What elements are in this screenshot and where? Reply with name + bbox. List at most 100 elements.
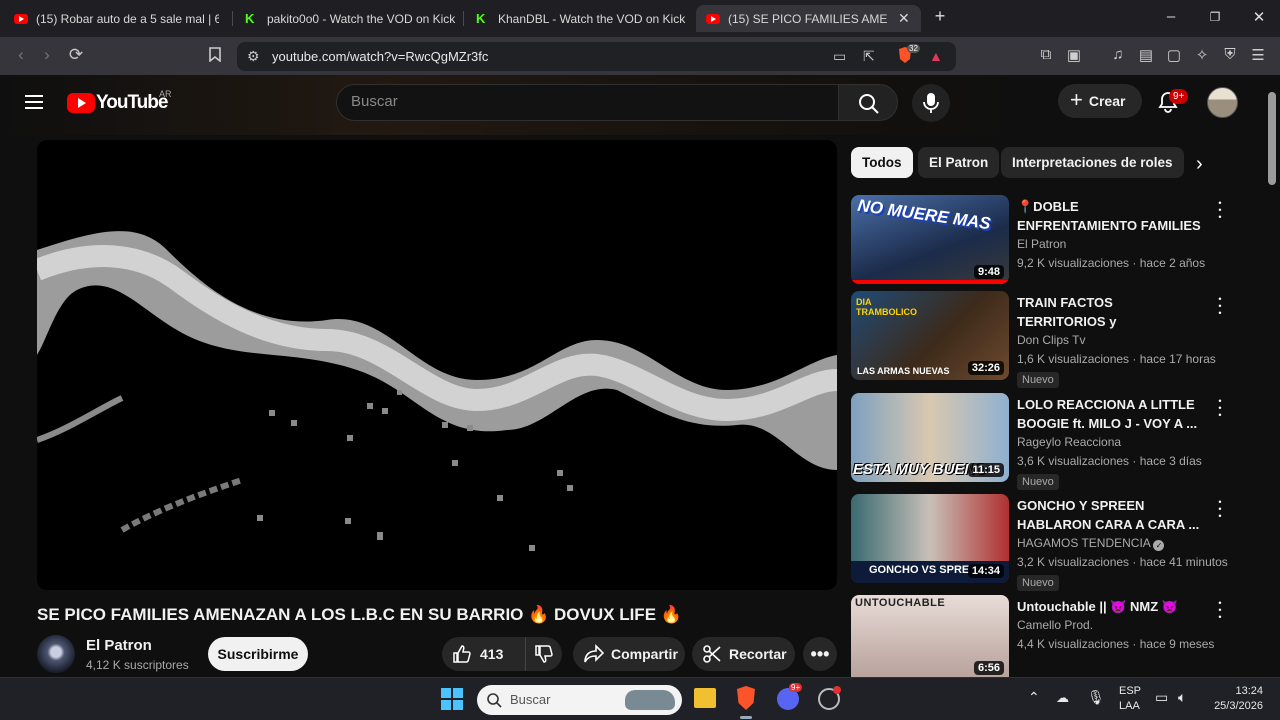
new-tab-button[interactable]: + [929, 6, 951, 27]
kick-icon: K [476, 10, 486, 26]
more-actions-button[interactable]: ••• [803, 637, 837, 671]
cloud-icon[interactable]: ☁ [1056, 690, 1069, 706]
brave-browser-icon[interactable] [735, 685, 757, 711]
video-player[interactable] [37, 140, 837, 590]
screenshot-icon[interactable]: ▣ [1064, 46, 1084, 64]
clock[interactable]: 13:24 25/3/2026 [1207, 685, 1263, 712]
video-thumbnail[interactable]: UNTOUCHABLE 6:56 [851, 595, 1009, 677]
reload-button[interactable]: ⟳ [65, 45, 87, 65]
volume-icon[interactable]: 🔈︎ [1178, 689, 1186, 706]
dislike-button[interactable] [526, 637, 562, 671]
recommendation-item[interactable]: GONCHO VS SPRE 14:34 GONCHO Y SPREEN HAB… [851, 494, 1266, 591]
close-window-button[interactable]: ✕ [1248, 8, 1270, 26]
wallet-icon[interactable]: ▢ [1164, 46, 1184, 64]
address-bar[interactable]: ⚙ youtube.com/watch?v=RwcQgMZr3fc ▭ ⇱ 32… [237, 42, 956, 71]
user-avatar[interactable] [1207, 87, 1238, 118]
chip-all[interactable]: Todos [851, 147, 913, 178]
like-button[interactable]: 413 [442, 637, 526, 671]
chip-el-patron[interactable]: El Patron [918, 147, 1000, 178]
more-vertical-icon[interactable] [1216, 397, 1224, 418]
menu-icon[interactable]: ☰ [1248, 46, 1268, 64]
back-button[interactable]: ‹ [10, 45, 32, 65]
vpn-icon[interactable]: ⛨ [1220, 46, 1240, 63]
chips-next-chevron-icon[interactable]: › [1196, 153, 1203, 176]
share-label: Compartir [611, 646, 678, 662]
tab-title: KhanDBL - Watch the VOD on Kick [498, 11, 686, 26]
create-button[interactable]: + Crear [1058, 84, 1142, 118]
search-box[interactable] [336, 84, 839, 121]
recommendation-item[interactable]: DIA TRAMBOLICO LAS ARMAS NUEVAS 32:26 TR… [851, 291, 1266, 388]
share-icon[interactable]: ⇱ [863, 48, 875, 65]
video-thumbnail[interactable]: NO MUERE MAS 9:48 [851, 195, 1009, 284]
channel-name[interactable]: El Patron [86, 637, 152, 654]
thumbnail-text: ESTA MUY BUENO [853, 461, 987, 478]
recommendation-item[interactable]: NO MUERE MAS 9:48 📍DOBLE ENFRENTAMIENTO … [851, 195, 1266, 287]
taskbar-search-placeholder: Buscar [510, 692, 551, 707]
file-explorer-icon[interactable] [694, 688, 716, 708]
site-settings-icon[interactable]: ⚙ [247, 48, 260, 65]
taskbar-search[interactable]: Buscar [477, 685, 682, 715]
recommendation-item[interactable]: ESTA MUY BUENO 11:15 LOLO REACCIONA A LI… [851, 393, 1266, 490]
youtube-wordmark[interactable]: YouTube [96, 92, 168, 114]
bookmark-icon[interactable] [204, 47, 226, 66]
subscribe-button[interactable]: Suscribirme [208, 637, 308, 671]
rec-title[interactable]: TRAIN FACTOS TERRITORIOS y CONFLICTOS, J… [1017, 293, 1202, 331]
more-vertical-icon[interactable] [1216, 295, 1224, 316]
rec-title[interactable]: GONCHO Y SPREEN HABLARON CARA A CARA ... [1017, 496, 1202, 534]
browser-tab-2[interactable]: K pakito0o0 - Watch the VOD on Kick [245, 5, 455, 32]
rec-title[interactable]: Untouchable || 👿 NMZ 👿 [1017, 597, 1202, 616]
language-indicator[interactable]: ESP LAA [1119, 685, 1141, 712]
subscriber-count: 4,12 K suscriptores [86, 658, 189, 672]
rec-channel[interactable]: Don Clips Tv [1017, 333, 1085, 347]
clip-button[interactable]: Recortar [692, 637, 795, 671]
more-vertical-icon[interactable] [1216, 599, 1224, 620]
search-button[interactable] [838, 84, 898, 121]
youtube-icon [14, 13, 28, 24]
youtube-logo-icon[interactable] [67, 93, 95, 113]
extensions-icon[interactable]: ⧉ [1036, 46, 1056, 63]
browser-tab-1[interactable]: (15) Robar auto de a 5 sale mal | 66T [14, 5, 219, 32]
browser-tab-3[interactable]: K KhanDBL - Watch the VOD on Kick [476, 5, 686, 32]
minimize-button[interactable]: – [1160, 8, 1182, 25]
video-thumbnail[interactable]: ESTA MUY BUENO 11:15 [851, 393, 1009, 482]
video-duration: 9:48 [973, 265, 1004, 279]
rec-channel[interactable]: Rageylo Reacciona [1017, 435, 1121, 449]
tray-overflow-chevron-icon[interactable]: ⌃ [1028, 689, 1040, 706]
media-icon[interactable]: ♫ [1108, 46, 1128, 63]
browser-tab-active[interactable]: (15) SE PICO FAMILIES AMENAZ ✕ [696, 5, 921, 32]
microphone-tray-icon[interactable]: 🎙︎ [1087, 689, 1105, 706]
close-tab-icon[interactable]: ✕ [898, 10, 910, 27]
recommendation-item[interactable]: UNTOUCHABLE 6:56 Untouchable || 👿 NMZ 👿 … [851, 595, 1266, 677]
discord-badge: 9+ [789, 683, 803, 692]
thumbs-down-icon [535, 645, 553, 663]
video-thumbnail[interactable]: DIA TRAMBOLICO LAS ARMAS NUEVAS 32:26 [851, 291, 1009, 380]
tab-title: (15) Robar auto de a 5 sale mal | 66T [36, 11, 219, 26]
page-scrollbar-thumb[interactable] [1268, 92, 1276, 185]
search-highlight-image [625, 690, 675, 710]
rec-title[interactable]: 📍DOBLE ENFRENTAMIENTO FAMILIES R. VS LBC… [1017, 197, 1202, 235]
install-app-icon[interactable]: ▭ [833, 48, 846, 65]
share-button[interactable]: Compartir [573, 637, 685, 671]
rec-channel[interactable]: El Patron [1017, 237, 1066, 251]
maximize-button[interactable]: ❐ [1204, 10, 1226, 24]
verified-check-icon: ✓ [1153, 540, 1165, 551]
network-icon[interactable]: ▭ [1155, 689, 1168, 706]
microphone-icon [923, 93, 939, 113]
url-text[interactable]: youtube.com/watch?v=RwcQgMZr3fc [272, 49, 488, 64]
chip-roleplay[interactable]: Interpretaciones de roles [1001, 147, 1184, 178]
menu-hamburger-icon[interactable] [25, 95, 43, 109]
channel-avatar[interactable] [37, 635, 75, 673]
sidebar-icon[interactable]: ▤ [1136, 46, 1156, 64]
voice-search-button[interactable] [912, 84, 950, 122]
rec-channel[interactable]: Camello Prod. [1017, 618, 1093, 632]
more-vertical-icon[interactable] [1216, 199, 1224, 220]
rec-channel[interactable]: HAGAMOS TENDENCIA ✓ [1017, 536, 1165, 551]
windows-start-icon[interactable] [441, 688, 463, 710]
video-thumbnail[interactable]: GONCHO VS SPRE 14:34 [851, 494, 1009, 583]
brave-rewards-icon[interactable]: ▲ [929, 48, 943, 64]
more-vertical-icon[interactable] [1216, 498, 1224, 519]
forward-button[interactable]: › [36, 45, 58, 65]
leo-ai-icon[interactable]: ✧ [1192, 46, 1212, 64]
rec-title[interactable]: LOLO REACCIONA A LITTLE BOOGIE ft. MILO … [1017, 395, 1202, 433]
search-input[interactable] [351, 93, 821, 110]
